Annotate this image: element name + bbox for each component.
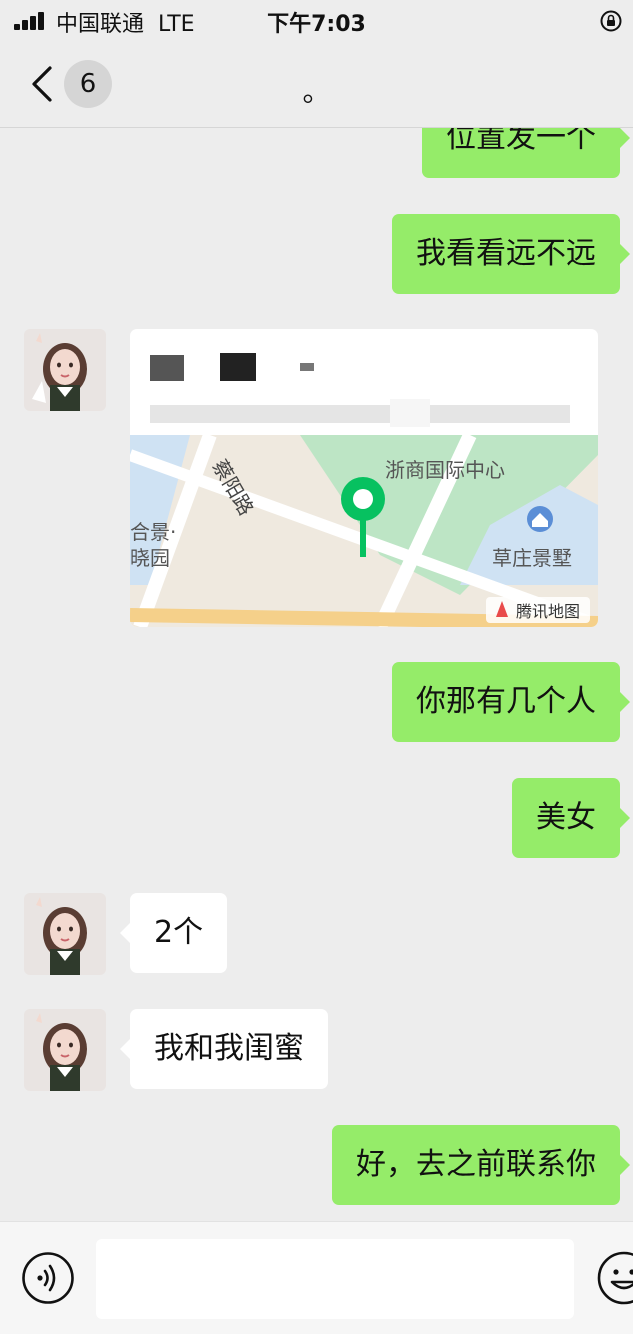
message-bubble-outgoing[interactable]: 我看看远不远 <box>392 214 630 294</box>
voice-icon[interactable] <box>21 1251 75 1305</box>
message-bubble-incoming[interactable]: 我和我闺蜜 <box>120 1009 328 1089</box>
message-text: 位置发一个 <box>446 128 596 155</box>
message-bubble-outgoing[interactable]: 好，去之前联系你 <box>332 1125 630 1205</box>
message-text: 美女 <box>536 800 596 835</box>
message-bubble-outgoing[interactable]: 美女 <box>512 778 630 858</box>
message-text: 我和我闺蜜 <box>154 1031 304 1066</box>
rotation-lock-icon <box>600 10 622 32</box>
contact-avatar[interactable] <box>24 1009 106 1091</box>
map-label: 浙商国际中心 <box>385 458 505 482</box>
chat-title: 。 <box>302 75 331 108</box>
contact-avatar[interactable] <box>24 893 106 975</box>
message-input[interactable] <box>96 1239 574 1319</box>
map-provider-label: 腾讯地图 <box>516 602 580 621</box>
message-bubble-outgoing[interactable]: 你那有几个人 <box>392 662 630 742</box>
message-text: 我看看远不远 <box>416 236 596 271</box>
map-label: 晓园 <box>130 546 170 570</box>
location-map[interactable]: 蔡阳路 浙商国际中心 合景· 晓园 草庄景墅 腾讯地图 <box>130 435 598 627</box>
map-label: 草庄景墅 <box>492 546 572 570</box>
status-bar: 中国联通 LTE 下午7:03 <box>0 0 633 42</box>
location-name-redacted <box>150 349 450 385</box>
location-address-redacted <box>150 399 580 429</box>
message-bubble-outgoing[interactable]: 位置发一个 <box>422 128 630 178</box>
location-message-card[interactable]: 蔡阳路 浙商国际中心 合景· 晓园 草庄景墅 腾讯地图 <box>130 329 598 627</box>
message-text: 2个 <box>154 915 204 950</box>
chat-header: 6 。 <box>0 42 633 128</box>
contact-avatar[interactable] <box>24 329 106 411</box>
message-bubble-incoming[interactable]: 2个 <box>119 893 228 973</box>
emoji-icon[interactable] <box>596 1250 633 1306</box>
message-list[interactable]: 位置发一个 我看看远不远 蔡阳路 浙商国际中心 合景· 晓园 草庄景墅 腾讯地图… <box>0 128 633 1220</box>
message-text: 好，去之前联系你 <box>356 1147 596 1182</box>
message-text: 你那有几个人 <box>416 684 596 719</box>
map-label: 合景· <box>130 520 176 544</box>
status-time: 下午7:03 <box>267 12 366 37</box>
chat-input-bar <box>0 1221 633 1334</box>
